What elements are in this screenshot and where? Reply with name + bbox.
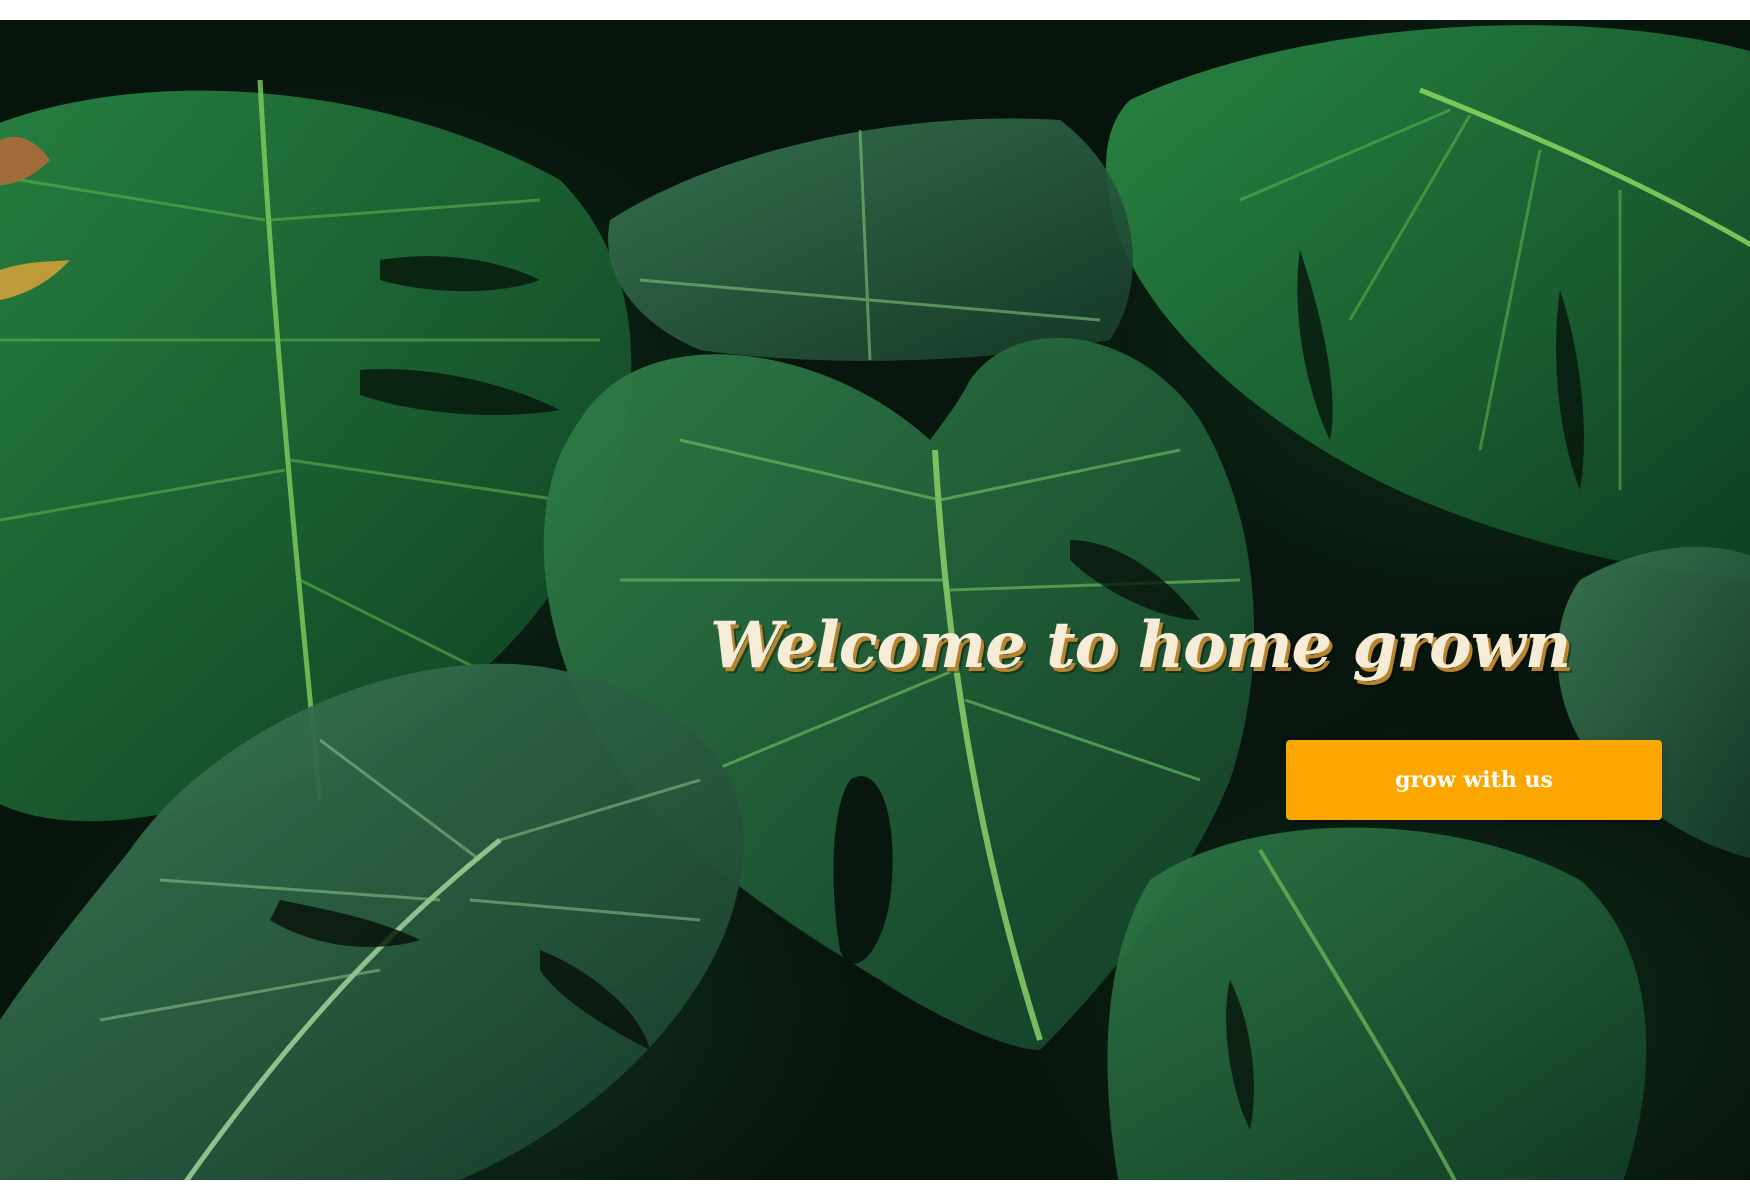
hero-title: Welcome to home grown bbox=[710, 608, 1571, 683]
hero-section: Welcome to home grown grow with us bbox=[0, 20, 1750, 1180]
page: Welcome to home grown grow with us bbox=[0, 0, 1750, 1200]
leaf-center-back bbox=[608, 118, 1133, 361]
grow-with-us-button[interactable]: grow with us bbox=[1286, 740, 1662, 820]
leaf-bottom-right bbox=[1107, 827, 1647, 1180]
monstera-leaves-background-image bbox=[0, 25, 1750, 1180]
